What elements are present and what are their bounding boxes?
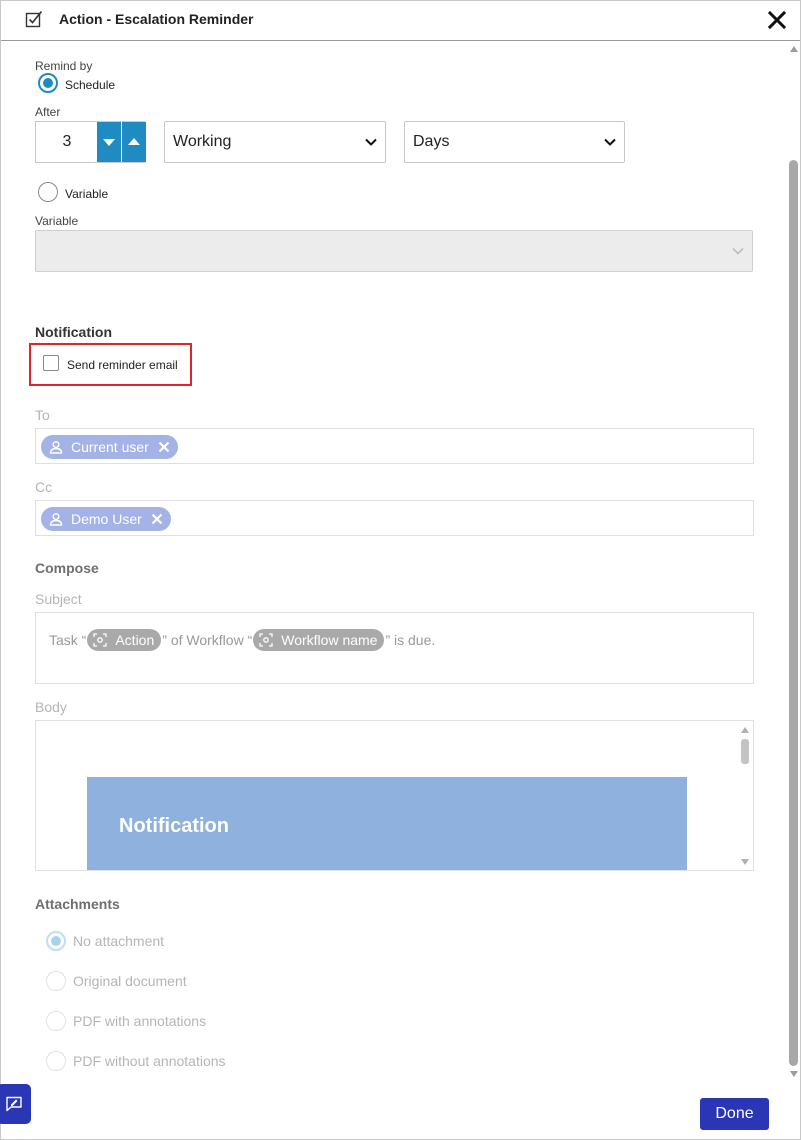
dialog-scrollbar[interactable]: [787, 42, 801, 1082]
attachment-radio-original-document[interactable]: [46, 971, 66, 991]
variable-radio[interactable]: [38, 182, 58, 202]
scroll-down-arrow-icon[interactable]: [741, 859, 749, 865]
attachment-option-label: PDF with annotations: [73, 1013, 207, 1029]
attachment-radio-pdf-without-annotations[interactable]: [46, 1051, 66, 1071]
cc-label: Cc: [35, 479, 53, 495]
scroll-up-arrow-icon[interactable]: [790, 46, 798, 52]
send-reminder-email-checkbox[interactable]: [43, 355, 59, 371]
to-field[interactable]: Current user: [35, 428, 754, 464]
variable-field-label: Variable: [35, 214, 79, 228]
time-unit-value: Days: [413, 133, 450, 150]
attachment-radio-no-attachment[interactable]: [46, 931, 66, 951]
variable-chip-label: Workflow name: [281, 632, 378, 648]
subject-text-part: ” is due.: [385, 632, 436, 648]
decrement-button[interactable]: [97, 122, 121, 162]
recipient-chip: Demo User: [41, 507, 171, 531]
subject-field[interactable]: Task “ Action ” of Workflow “ Workflow n…: [35, 612, 754, 684]
scroll-thumb[interactable]: [789, 160, 798, 1066]
after-quantity-value[interactable]: 3: [36, 122, 98, 162]
variable-radio-label: Variable: [65, 187, 109, 201]
increment-button[interactable]: [122, 122, 146, 162]
remind-by-label: Remind by: [35, 59, 93, 73]
working-mode-value: Working: [173, 133, 232, 150]
after-quantity-stepper[interactable]: 3: [35, 121, 146, 163]
feedback-button[interactable]: [0, 1084, 31, 1124]
body-label: Body: [35, 699, 67, 715]
compose-section-title: Compose: [35, 560, 99, 576]
attachment-option-label: No attachment: [73, 933, 165, 949]
attachment-option-label: Original document: [73, 973, 187, 989]
checkbox-edit-icon: [25, 10, 43, 28]
scroll-up-arrow-icon[interactable]: [741, 727, 749, 733]
escalation-reminder-dialog: Action - Escalation Reminder Remind by S…: [0, 0, 801, 1140]
variable-chip-label: Action: [115, 632, 155, 648]
cc-field[interactable]: Demo User: [35, 500, 754, 536]
body-editor[interactable]: Notification: [35, 720, 754, 871]
time-unit-select[interactable]: Days: [404, 121, 625, 163]
after-label: After: [35, 105, 61, 119]
variable-chip-workflow-name[interactable]: Workflow name: [253, 629, 385, 651]
dialog-header: Action - Escalation Reminder: [1, 1, 800, 41]
schedule-radio-label: Schedule: [65, 78, 116, 92]
send-reminder-email-label[interactable]: Send reminder email: [67, 358, 178, 372]
body-banner-title: Notification: [119, 815, 229, 837]
feedback-icon: [6, 1096, 22, 1112]
attachment-radio-pdf-with-annotations[interactable]: [46, 1011, 66, 1031]
chevron-down-icon: [732, 247, 744, 255]
person-icon: [49, 441, 63, 454]
done-button[interactable]: Done: [700, 1098, 769, 1130]
body-scroll-thumb[interactable]: [741, 739, 749, 764]
to-label: To: [35, 407, 50, 423]
dialog-title: Action - Escalation Reminder: [59, 11, 254, 27]
schedule-radio[interactable]: [38, 73, 58, 93]
person-icon: [49, 513, 63, 526]
subject-label: Subject: [35, 591, 82, 607]
variable-select[interactable]: [35, 230, 753, 272]
chevron-down-icon: [365, 138, 377, 146]
subject-text-part: ” of Workflow “: [162, 632, 253, 648]
recipient-chip: Current user: [41, 435, 178, 459]
remove-chip-icon[interactable]: [158, 441, 170, 453]
scroll-down-arrow-icon[interactable]: [790, 1071, 798, 1077]
remove-chip-icon[interactable]: [151, 513, 163, 525]
variable-target-icon: [93, 633, 107, 647]
recipient-chip-label: Current user: [71, 439, 149, 455]
subject-text: Task “ Action ” of Workflow “ Workflow n…: [49, 629, 435, 651]
working-mode-select[interactable]: Working: [164, 121, 386, 163]
body-banner: Notification: [87, 777, 687, 870]
attachment-option-label: PDF without annotations: [73, 1053, 226, 1069]
notification-section-title: Notification: [35, 324, 112, 340]
variable-target-icon: [259, 633, 273, 647]
subject-text-part: Task “: [49, 632, 87, 648]
recipient-chip-label: Demo User: [71, 511, 142, 527]
chevron-down-icon: [604, 138, 616, 146]
attachments-section-title: Attachments: [35, 896, 120, 912]
variable-chip-action[interactable]: Action: [87, 629, 162, 651]
close-icon[interactable]: [765, 8, 789, 32]
